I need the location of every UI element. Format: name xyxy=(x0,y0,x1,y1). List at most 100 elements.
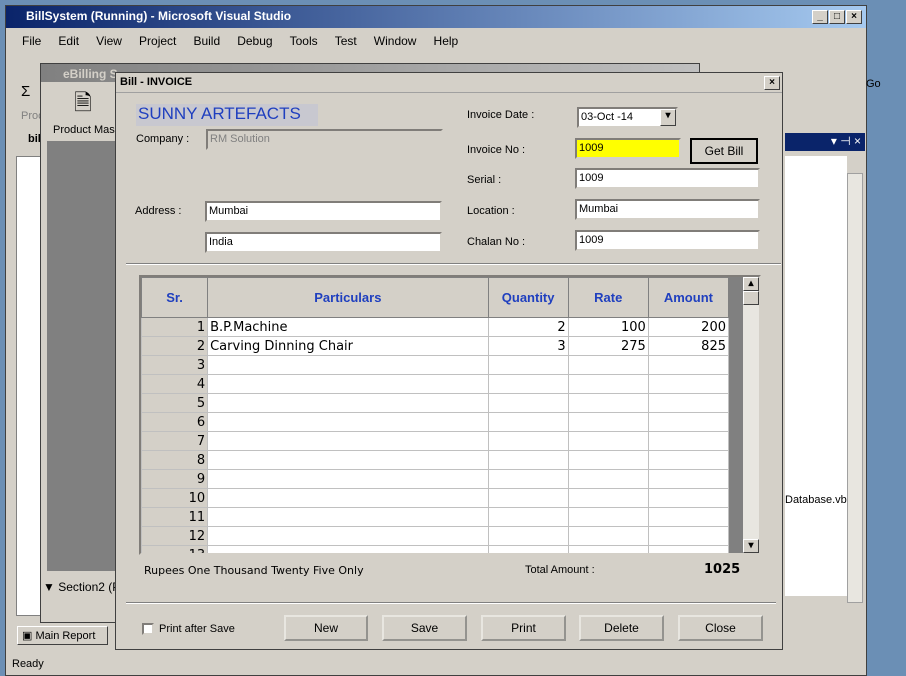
table-row[interactable]: 5 xyxy=(141,393,730,413)
close-icon[interactable]: × xyxy=(846,10,862,24)
print-after-save-label[interactable]: Print after Save xyxy=(159,623,235,635)
cell-particulars[interactable]: Carving Dinning Chair xyxy=(207,336,489,356)
minimize-button[interactable]: _ xyxy=(812,10,828,24)
sigma-icon[interactable]: Σ xyxy=(21,83,30,100)
close-button[interactable]: Close xyxy=(678,615,763,641)
cell-amount[interactable]: 825 xyxy=(647,336,730,356)
cell-quantity[interactable] xyxy=(487,488,569,508)
cell-sr[interactable]: 4 xyxy=(141,374,209,394)
cell-quantity[interactable]: 2 xyxy=(487,317,569,337)
cell-particulars[interactable] xyxy=(207,431,489,451)
col-amount[interactable]: Amount xyxy=(647,277,730,318)
cell-rate[interactable] xyxy=(567,526,649,546)
cell-particulars[interactable] xyxy=(207,488,489,508)
cell-quantity[interactable] xyxy=(487,450,569,470)
cell-rate[interactable] xyxy=(567,507,649,527)
cell-particulars[interactable] xyxy=(207,355,489,375)
new-button[interactable]: New xyxy=(284,615,368,641)
db-file-label[interactable]: Database.vb xyxy=(785,494,847,506)
print-after-save-checkbox[interactable] xyxy=(142,623,154,635)
table-row[interactable]: 2 Carving Dinning Chair 3 275 825 xyxy=(141,336,730,356)
table-row[interactable]: 10 xyxy=(141,488,730,508)
cell-particulars[interactable] xyxy=(207,545,489,553)
menu-project[interactable]: Project xyxy=(139,34,176,48)
table-row[interactable]: 9 xyxy=(141,469,730,489)
company-field[interactable]: RM Solution xyxy=(206,129,443,150)
menu-build[interactable]: Build xyxy=(193,34,220,48)
cell-amount[interactable] xyxy=(647,412,730,432)
table-row[interactable]: 4 xyxy=(141,374,730,394)
table-row[interactable]: 7 xyxy=(141,431,730,451)
cell-rate[interactable] xyxy=(567,545,649,553)
table-row[interactable]: 8 xyxy=(141,450,730,470)
location-field[interactable]: Mumbai xyxy=(575,199,760,220)
menu-window[interactable]: Window xyxy=(374,34,417,48)
main-report-tab[interactable]: ▣ Main Report xyxy=(17,626,108,645)
delete-button[interactable]: Delete xyxy=(579,615,664,641)
cell-sr[interactable]: 1 xyxy=(141,317,209,337)
cell-sr[interactable]: 9 xyxy=(141,469,209,489)
cell-rate[interactable] xyxy=(567,450,649,470)
go-button[interactable]: Go xyxy=(866,78,881,90)
grid-scrollbar[interactable]: ▴ ▾ xyxy=(743,277,759,553)
cell-amount[interactable] xyxy=(647,450,730,470)
panel-close-icon[interactable]: ▾ ⊣ × xyxy=(831,134,861,148)
table-row[interactable]: 3 xyxy=(141,355,730,375)
cell-rate[interactable] xyxy=(567,412,649,432)
cell-sr[interactable]: 2 xyxy=(141,336,209,356)
maximize-button[interactable]: □ xyxy=(829,10,845,24)
table-row[interactable]: 11 xyxy=(141,507,730,527)
cell-amount[interactable] xyxy=(647,374,730,394)
col-quantity[interactable]: Quantity xyxy=(487,277,569,318)
col-sr[interactable]: Sr. xyxy=(141,277,209,318)
scroll-thumb[interactable] xyxy=(743,291,759,305)
bil-tab[interactable]: bil xyxy=(28,133,41,145)
cell-quantity[interactable] xyxy=(487,374,569,394)
cell-particulars[interactable] xyxy=(207,374,489,394)
invoice-date-select[interactable]: 03-Oct -14 ▾ xyxy=(577,107,678,128)
product-master-button[interactable]: 🗎 Product Mas xyxy=(53,86,115,136)
table-row[interactable]: 1 B.P.Machine 2 100 200 xyxy=(141,317,730,337)
cell-amount[interactable] xyxy=(647,355,730,375)
table-row[interactable]: 6 xyxy=(141,412,730,432)
cell-sr[interactable]: 11 xyxy=(141,507,209,527)
address-line1-field[interactable]: Mumbai xyxy=(205,201,442,222)
cell-particulars[interactable] xyxy=(207,526,489,546)
menu-view[interactable]: View xyxy=(96,34,122,48)
scroll-down-icon[interactable]: ▾ xyxy=(743,539,759,553)
cell-particulars[interactable] xyxy=(207,450,489,470)
cell-quantity[interactable] xyxy=(487,431,569,451)
cell-quantity[interactable] xyxy=(487,469,569,489)
chalan-field[interactable]: 1009 xyxy=(575,230,760,251)
cell-rate[interactable] xyxy=(567,488,649,508)
cell-quantity[interactable] xyxy=(487,526,569,546)
cell-quantity[interactable] xyxy=(487,393,569,413)
chevron-down-icon[interactable]: ▾ xyxy=(660,109,676,126)
menu-tools[interactable]: Tools xyxy=(290,34,318,48)
col-particulars[interactable]: Particulars xyxy=(207,277,489,318)
menu-edit[interactable]: Edit xyxy=(58,34,79,48)
cell-quantity[interactable] xyxy=(487,412,569,432)
cell-sr[interactable]: 8 xyxy=(141,450,209,470)
menu-file[interactable]: File xyxy=(22,34,41,48)
cell-particulars[interactable] xyxy=(207,393,489,413)
col-rate[interactable]: Rate xyxy=(567,277,649,318)
cell-amount[interactable] xyxy=(647,545,730,553)
right-scrollbar[interactable] xyxy=(847,173,863,603)
cell-quantity[interactable] xyxy=(487,545,569,553)
get-bill-button[interactable]: Get Bill xyxy=(690,138,758,164)
cell-sr[interactable]: 10 xyxy=(141,488,209,508)
cell-particulars[interactable] xyxy=(207,507,489,527)
cell-quantity[interactable] xyxy=(487,507,569,527)
cell-amount[interactable] xyxy=(647,488,730,508)
cell-quantity[interactable]: 3 xyxy=(487,336,569,356)
menu-test[interactable]: Test xyxy=(335,34,357,48)
menu-debug[interactable]: Debug xyxy=(237,34,272,48)
cell-sr[interactable]: 12 xyxy=(141,526,209,546)
cell-amount[interactable] xyxy=(647,526,730,546)
cell-rate[interactable]: 100 xyxy=(567,317,649,337)
cell-rate[interactable] xyxy=(567,431,649,451)
invoice-no-field[interactable]: 1009 xyxy=(575,138,681,159)
table-row[interactable]: 12 xyxy=(141,526,730,546)
cell-amount[interactable] xyxy=(647,393,730,413)
